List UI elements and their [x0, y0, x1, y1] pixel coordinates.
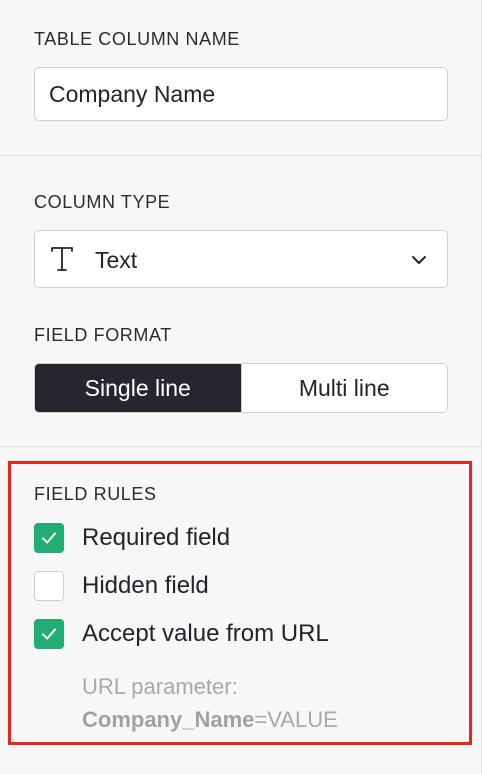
check-icon: [42, 628, 56, 640]
column-type-label: COLUMN TYPE: [34, 192, 171, 212]
section-divider: [0, 446, 482, 447]
url-parameter-suffix: =VALUE: [254, 707, 338, 732]
hidden-field-checkbox[interactable]: [34, 571, 64, 601]
check-icon: [42, 532, 56, 544]
column-settings-panel: TABLE COLUMN NAME COLUMN TYPE Text FIELD…: [0, 0, 482, 774]
rule-hidden-field[interactable]: Hidden field: [34, 570, 209, 602]
text-type-icon: [51, 247, 73, 271]
url-parameter-example: Company_Name=VALUE: [82, 703, 338, 736]
format-option-single-line[interactable]: Single line: [35, 364, 241, 412]
hidden-field-label: Hidden field: [82, 572, 209, 599]
chevron-down-icon: [412, 256, 426, 264]
url-parameter-name: Company_Name: [82, 707, 255, 732]
accept-url-value-checkbox[interactable]: [34, 619, 64, 649]
rule-required-field[interactable]: Required field: [34, 522, 230, 554]
url-parameter-prefix: URL parameter:: [82, 674, 238, 699]
required-field-checkbox[interactable]: [34, 523, 64, 553]
column-name-input[interactable]: [34, 67, 448, 121]
format-option-multi-line[interactable]: Multi line: [240, 364, 447, 412]
field-rules-label: FIELD RULES: [34, 484, 157, 504]
url-parameter-hint: URL parameter: Company_Name=VALUE: [82, 670, 338, 736]
field-format-label: FIELD FORMAT: [34, 325, 172, 345]
section-divider: [0, 155, 482, 156]
accept-url-value-label: Accept value from URL: [82, 620, 329, 647]
field-format-toggle: Single line Multi line: [34, 363, 448, 413]
column-type-value: Text: [95, 247, 138, 273]
rule-accept-url-value[interactable]: Accept value from URL: [34, 618, 329, 650]
required-field-label: Required field: [82, 524, 231, 551]
column-type-select[interactable]: Text: [34, 230, 448, 288]
column-name-label: TABLE COLUMN NAME: [34, 29, 240, 49]
